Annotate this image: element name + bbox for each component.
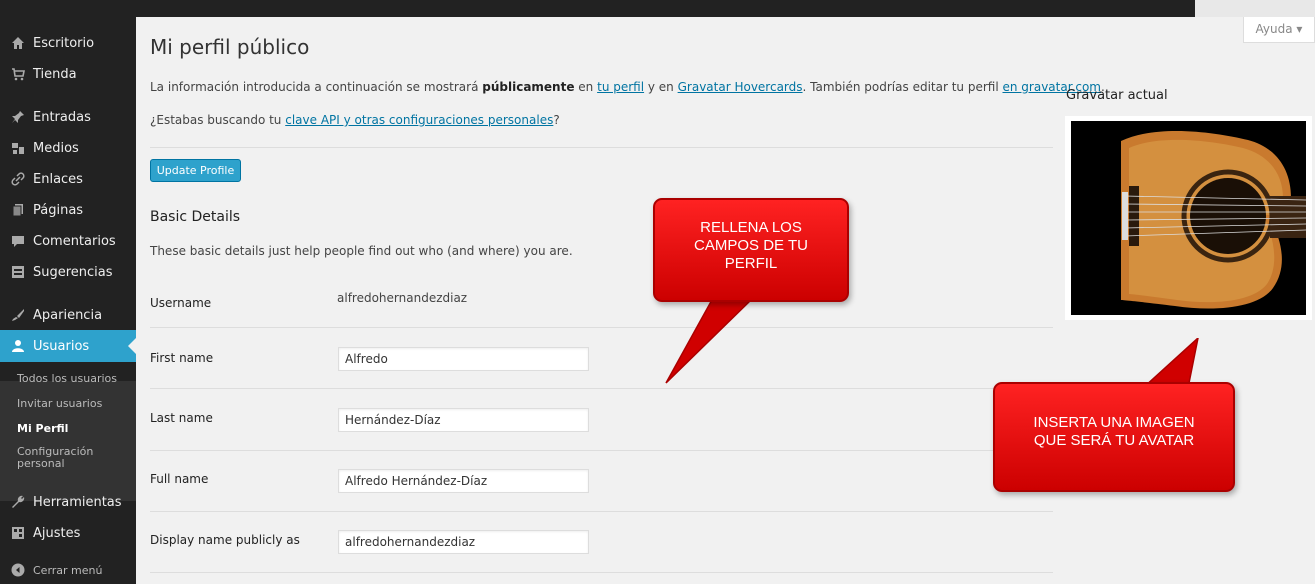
last-name-input[interactable]: Hernández-Díaz	[338, 408, 589, 432]
divider	[150, 147, 1053, 148]
callout-box: INSERTA UNA IMAGEN QUE SERÁ TU AVATAR	[993, 382, 1235, 492]
admin-sidebar: Escritorio Tienda Entradas Medios Enlace…	[0, 17, 136, 584]
first-name-input[interactable]: Alfredo	[338, 347, 589, 371]
sidebar-item-apariencia[interactable]: Apariencia	[0, 303, 136, 327]
user-icon	[11, 339, 25, 353]
last-name-label: Last name	[150, 411, 213, 425]
sidebar-item-sugerencias[interactable]: Sugerencias	[0, 260, 136, 284]
callout-text-line: PERFIL	[724, 255, 778, 272]
submenu-item-label-line2: personal	[17, 457, 65, 470]
submenu-item-invitar-usuarios[interactable]: Invitar usuarios	[17, 398, 102, 410]
sidebar-item-label: Apariencia	[33, 307, 103, 323]
sidebar-item-label: Tienda	[33, 66, 77, 82]
profile-link[interactable]: tu perfil	[597, 80, 644, 94]
sidebar-item-label: Medios	[33, 140, 79, 156]
api-text: ?	[553, 113, 560, 127]
api-key-link[interactable]: clave API y otras configuraciones person…	[285, 113, 553, 127]
intro-bold-text: públicamente	[482, 80, 575, 94]
submenu-item-configuracion-personal[interactable]: Configuración personal	[17, 446, 93, 470]
sidebar-item-label: Usuarios	[33, 338, 90, 354]
callout-text-line: INSERTA UNA IMAGEN	[1033, 414, 1195, 431]
intro-paragraph: La información introducida a continuació…	[150, 80, 1105, 94]
active-indicator	[128, 338, 136, 354]
wrench-icon	[11, 495, 25, 509]
update-profile-button[interactable]: Update Profile	[150, 159, 241, 182]
sidebar-item-label: Cerrar menú	[33, 563, 103, 577]
collapse-icon	[11, 563, 25, 577]
callout-text-line: QUE SERÁ TU AVATAR	[1033, 432, 1195, 449]
sidebar-item-herramientas[interactable]: Herramientas	[0, 490, 136, 514]
divider	[150, 388, 1053, 389]
sidebar-item-label: Escritorio	[33, 35, 95, 51]
page-title: Mi perfil público	[150, 35, 310, 59]
pages-icon	[11, 203, 25, 217]
gravatar-hovercards-link[interactable]: Gravatar Hovercards	[678, 80, 803, 94]
first-name-label: First name	[150, 351, 214, 365]
brush-icon	[11, 308, 25, 322]
suggestions-icon	[11, 265, 25, 279]
sidebar-item-medios[interactable]: Medios	[0, 136, 136, 160]
divider	[150, 450, 1053, 451]
sidebar-item-escritorio[interactable]: Escritorio	[0, 31, 136, 55]
help-tab[interactable]: Ayuda ▾	[1243, 17, 1315, 43]
callout-fill-profile: RELLENA LOS CAMPOS DE TU PERFIL	[653, 198, 853, 388]
sidebar-item-label: Comentarios	[33, 233, 116, 249]
settings-icon	[11, 526, 25, 540]
username-label: Username	[150, 296, 212, 310]
sidebar-item-comentarios[interactable]: Comentarios	[0, 229, 136, 253]
sidebar-item-enlaces[interactable]: Enlaces	[0, 167, 136, 191]
basic-details-heading: Basic Details	[150, 209, 241, 225]
media-icon	[11, 141, 25, 155]
sidebar-item-entradas[interactable]: Entradas	[0, 105, 136, 129]
intro-text: en	[574, 80, 598, 94]
display-name-label: Display name publicly as	[150, 533, 300, 547]
callout-text-line: CAMPOS DE TU	[694, 237, 808, 254]
submenu-item-mi-perfil[interactable]: Mi Perfil	[17, 423, 68, 435]
full-name-label: Full name	[150, 472, 209, 486]
intro-text: . También podrías editar tu perfil	[802, 80, 1003, 94]
sidebar-item-label: Entradas	[33, 109, 91, 125]
admin-top-bar	[0, 0, 1315, 17]
full-name-input[interactable]: Alfredo Hernández-Díaz	[338, 469, 589, 493]
pin-icon	[11, 110, 25, 124]
guitar-image	[1071, 121, 1307, 315]
sidebar-item-paginas[interactable]: Páginas	[0, 198, 136, 222]
divider	[150, 511, 1053, 512]
link-icon	[11, 172, 25, 186]
username-value: alfredohernandezdiaz	[337, 291, 468, 305]
callout-text-line: RELLENA LOS	[700, 219, 802, 236]
cart-icon	[11, 67, 25, 81]
sidebar-item-label: Herramientas	[33, 494, 122, 510]
sidebar-item-ajustes[interactable]: Ajustes	[0, 521, 136, 545]
sidebar-item-label: Enlaces	[33, 171, 83, 187]
basic-details-description: These basic details just help people fin…	[150, 244, 573, 258]
divider	[150, 572, 1053, 573]
sidebar-item-label: Páginas	[33, 202, 84, 218]
gravatar-heading: Gravatar actual	[1066, 88, 1168, 103]
divider	[150, 327, 1053, 328]
sidebar-item-tienda[interactable]: Tienda	[0, 62, 136, 86]
submenu-item-todos-los-usuarios[interactable]: Todos los usuarios	[17, 373, 117, 385]
api-text: ¿Estabas buscando tu	[150, 113, 286, 127]
home-icon	[11, 36, 25, 50]
comment-icon	[11, 234, 25, 248]
intro-text: La información introducida a continuació…	[150, 80, 483, 94]
sidebar-item-label: Sugerencias	[33, 264, 113, 280]
users-submenu: Todos los usuarios Invitar usuarios Mi P…	[0, 373, 136, 501]
callout-box: RELLENA LOS CAMPOS DE TU PERFIL	[653, 198, 849, 302]
sidebar-item-label: Ajustes	[33, 525, 81, 541]
display-name-input[interactable]: alfredohernandezdiaz	[338, 530, 589, 554]
sidebar-collapse-menu[interactable]: Cerrar menú	[0, 558, 136, 582]
top-bar-right	[1195, 0, 1315, 17]
api-paragraph: ¿Estabas buscando tu clave API y otras c…	[150, 113, 560, 127]
intro-text: y en	[644, 80, 678, 94]
callout-insert-avatar: INSERTA UNA IMAGEN QUE SERÁ TU AVATAR	[993, 338, 1243, 498]
sidebar-item-usuarios[interactable]: Usuarios	[0, 330, 136, 362]
gravatar-avatar-image[interactable]	[1065, 116, 1312, 320]
